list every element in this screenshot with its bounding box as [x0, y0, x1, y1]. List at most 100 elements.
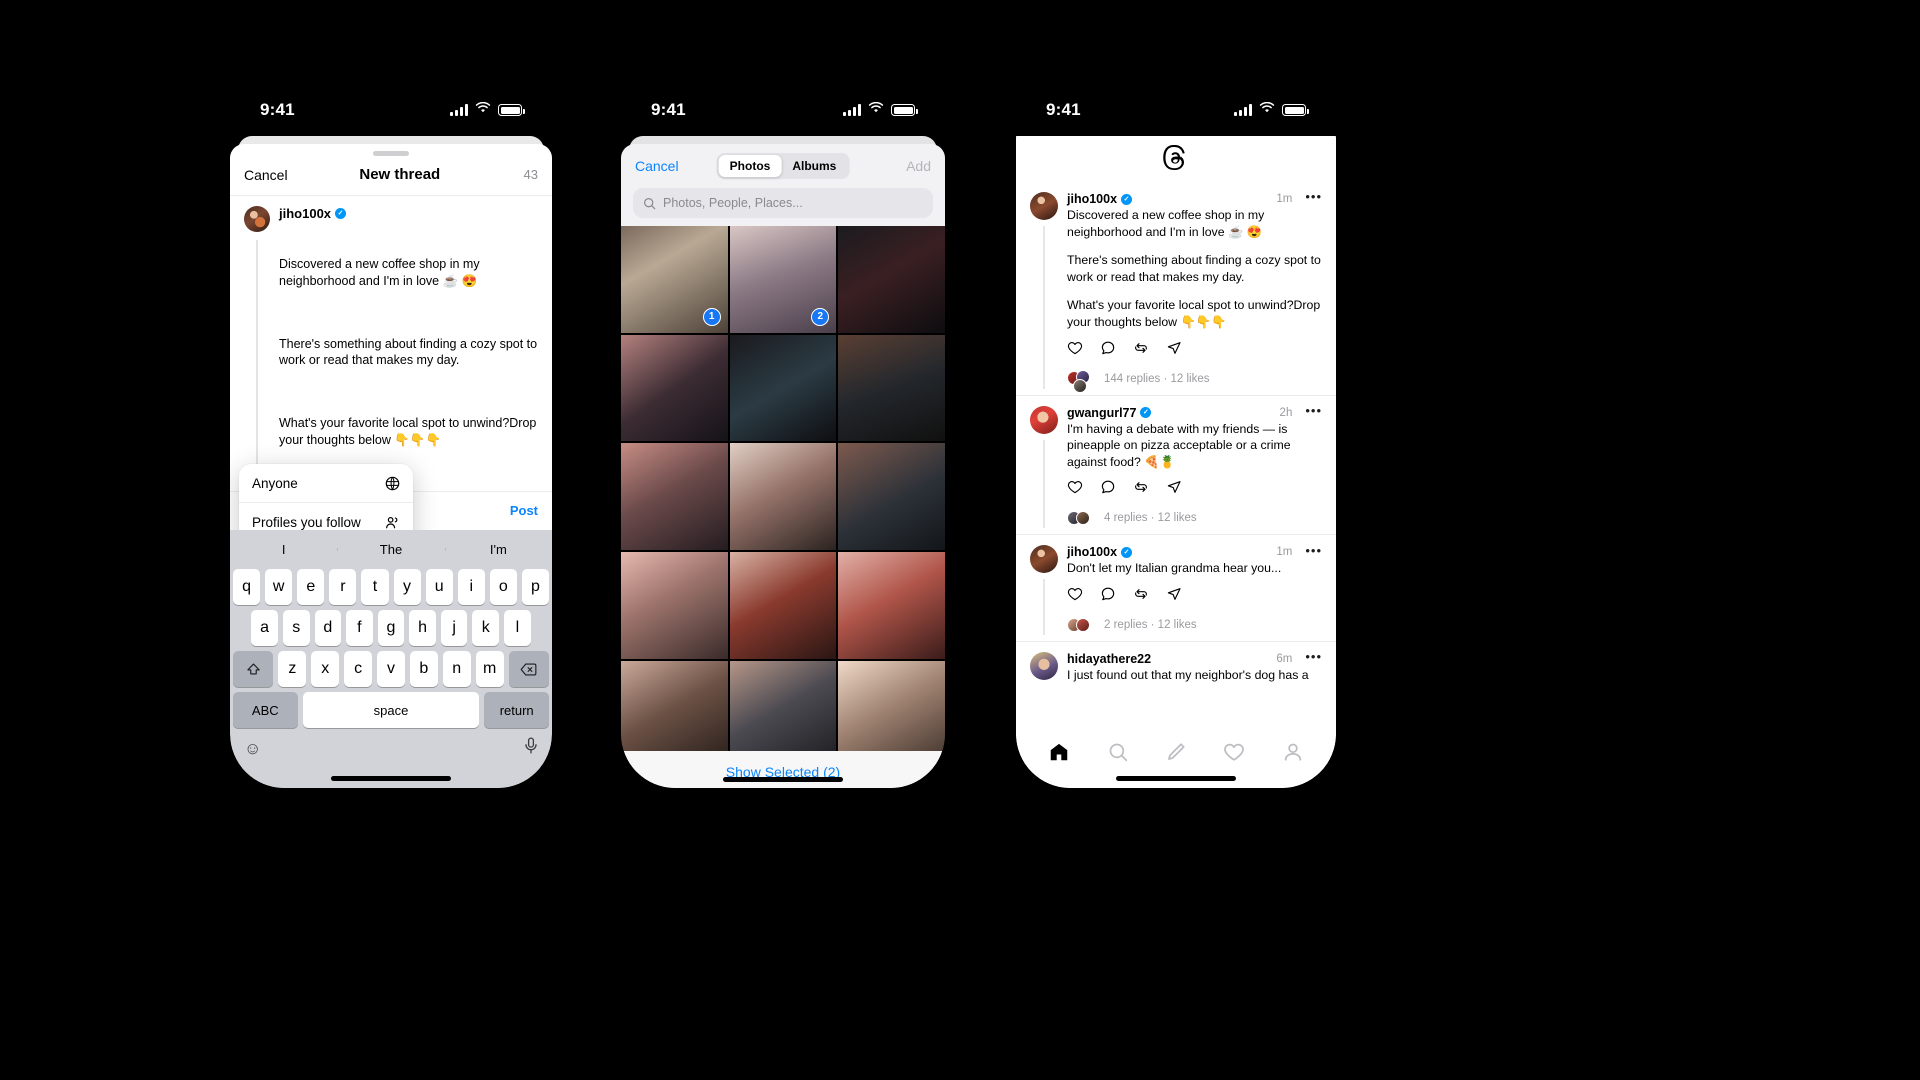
key-y[interactable]: y [393, 569, 421, 605]
space-key[interactable]: space [302, 692, 480, 728]
search-input[interactable]: Photos, People, Places... [633, 188, 933, 218]
abc-key[interactable]: ABC [233, 692, 298, 728]
composer-text[interactable]: Discovered a new coffee shop in my neigh… [279, 223, 538, 482]
like-icon[interactable] [1067, 586, 1083, 607]
more-options-icon[interactable]: ••• [1305, 544, 1322, 557]
more-options-icon[interactable]: ••• [1305, 650, 1322, 663]
search-icon[interactable] [1107, 741, 1129, 768]
key-c[interactable]: c [344, 651, 373, 687]
key-z[interactable]: z [278, 651, 307, 687]
key-b[interactable]: b [409, 651, 438, 687]
share-icon[interactable] [1166, 340, 1182, 361]
selection-badge[interactable]: 1 [702, 307, 721, 326]
avatar[interactable] [1030, 545, 1058, 574]
key-r[interactable]: r [329, 569, 357, 605]
more-options-icon[interactable]: ••• [1305, 404, 1322, 417]
key-a[interactable]: a [251, 610, 278, 646]
shift-icon[interactable] [233, 651, 274, 687]
post-username[interactable]: jiho100x [1067, 545, 1117, 559]
prediction-3[interactable]: I'm [444, 542, 552, 557]
key-m[interactable]: m [475, 651, 504, 687]
photo-cell[interactable] [729, 334, 837, 442]
cancel-button[interactable]: Cancel [244, 167, 288, 183]
return-key[interactable]: return [484, 692, 549, 728]
emoji-icon[interactable]: ☺ [244, 739, 261, 759]
repost-icon[interactable] [1133, 586, 1149, 607]
key-j[interactable]: j [440, 610, 468, 646]
tab-photos[interactable]: Photos [718, 155, 782, 177]
like-icon[interactable] [1067, 340, 1083, 361]
share-icon[interactable] [1166, 479, 1182, 500]
profile-icon[interactable] [1282, 741, 1304, 768]
audience-option-anyone[interactable]: Anyone [239, 464, 413, 502]
key-w[interactable]: w [265, 569, 293, 605]
tab-albums[interactable]: Albums [781, 155, 847, 177]
audience-option-profiles-you-follow[interactable]: Profiles you follow [239, 502, 413, 530]
microphone-icon[interactable] [524, 737, 538, 760]
selection-badge[interactable]: 2 [811, 307, 830, 326]
more-options-icon[interactable]: ••• [1305, 190, 1322, 203]
key-p[interactable]: p [521, 569, 549, 605]
post-meta-text[interactable]: 2 replies · 12 likes [1104, 619, 1197, 631]
share-icon[interactable] [1166, 586, 1182, 607]
feed-post[interactable]: jiho100x ✓ 1m ••• Don't let my Italian g… [1016, 535, 1336, 642]
key-v[interactable]: v [377, 651, 405, 687]
key-g[interactable]: g [377, 610, 405, 646]
activity-heart-icon[interactable] [1223, 741, 1245, 768]
photo-cell[interactable] [838, 552, 945, 659]
key-t[interactable]: t [361, 569, 389, 605]
post-username[interactable]: hidayathere22 [1067, 652, 1151, 666]
key-e[interactable]: e [297, 569, 325, 605]
show-selected-button[interactable]: Show Selected (2) [726, 764, 840, 780]
avatar[interactable] [1030, 651, 1058, 680]
key-u[interactable]: u [425, 569, 453, 605]
key-d[interactable]: d [314, 610, 342, 646]
key-o[interactable]: o [489, 569, 517, 605]
photo-cell[interactable] [621, 552, 728, 659]
photo-cell[interactable] [729, 552, 837, 659]
prediction-1[interactable]: I [230, 542, 337, 557]
add-button[interactable]: Add [906, 158, 931, 174]
photo-cell[interactable]: 2 [729, 226, 837, 333]
feed-post[interactable]: gwangurl77 ✓ 2h ••• I'm having a debate … [1016, 396, 1336, 536]
photo-cell[interactable] [838, 226, 945, 333]
post-username[interactable]: jiho100x [1067, 192, 1117, 206]
key-h[interactable]: h [409, 610, 436, 646]
photo-cell[interactable] [729, 660, 837, 751]
post-button[interactable]: Post [510, 503, 538, 518]
feed-post[interactable]: hidayathere22 6m ••• I just found out th… [1016, 642, 1336, 692]
feed-scroll-area[interactable]: jiho100x ✓ 1m ••• Discovered a new coffe… [1016, 182, 1336, 730]
compose-icon[interactable] [1165, 741, 1187, 768]
key-k[interactable]: k [472, 610, 500, 646]
photo-cell[interactable] [838, 443, 945, 551]
key-i[interactable]: i [457, 569, 485, 605]
repost-icon[interactable] [1133, 340, 1149, 361]
key-q[interactable]: q [233, 569, 261, 605]
photo-cell[interactable] [621, 334, 728, 442]
backspace-icon[interactable] [508, 651, 549, 687]
key-l[interactable]: l [504, 610, 531, 646]
comment-icon[interactable] [1100, 586, 1116, 607]
feed-post[interactable]: jiho100x ✓ 1m ••• Discovered a new coffe… [1016, 182, 1336, 396]
photo-cell[interactable]: 1 [621, 226, 728, 333]
avatar[interactable] [1030, 405, 1058, 434]
photo-cell[interactable] [729, 443, 837, 551]
key-f[interactable]: f [346, 610, 373, 646]
key-s[interactable]: s [282, 610, 310, 646]
key-x[interactable]: x [311, 651, 340, 687]
photo-cell[interactable] [621, 660, 728, 751]
avatar[interactable] [1030, 192, 1058, 220]
comment-icon[interactable] [1100, 340, 1116, 361]
post-meta-text[interactable]: 144 replies · 12 likes [1104, 373, 1209, 385]
home-icon[interactable] [1048, 741, 1070, 768]
cancel-button[interactable]: Cancel [635, 158, 679, 174]
photo-cell[interactable] [838, 660, 945, 751]
comment-icon[interactable] [1100, 479, 1116, 500]
prediction-2[interactable]: The [337, 542, 444, 557]
repost-icon[interactable] [1133, 479, 1149, 500]
like-icon[interactable] [1067, 479, 1083, 500]
photo-cell[interactable] [621, 443, 728, 551]
key-n[interactable]: n [442, 651, 471, 687]
post-username[interactable]: gwangurl77 [1067, 406, 1136, 420]
post-meta-text[interactable]: 4 replies · 12 likes [1104, 512, 1197, 524]
